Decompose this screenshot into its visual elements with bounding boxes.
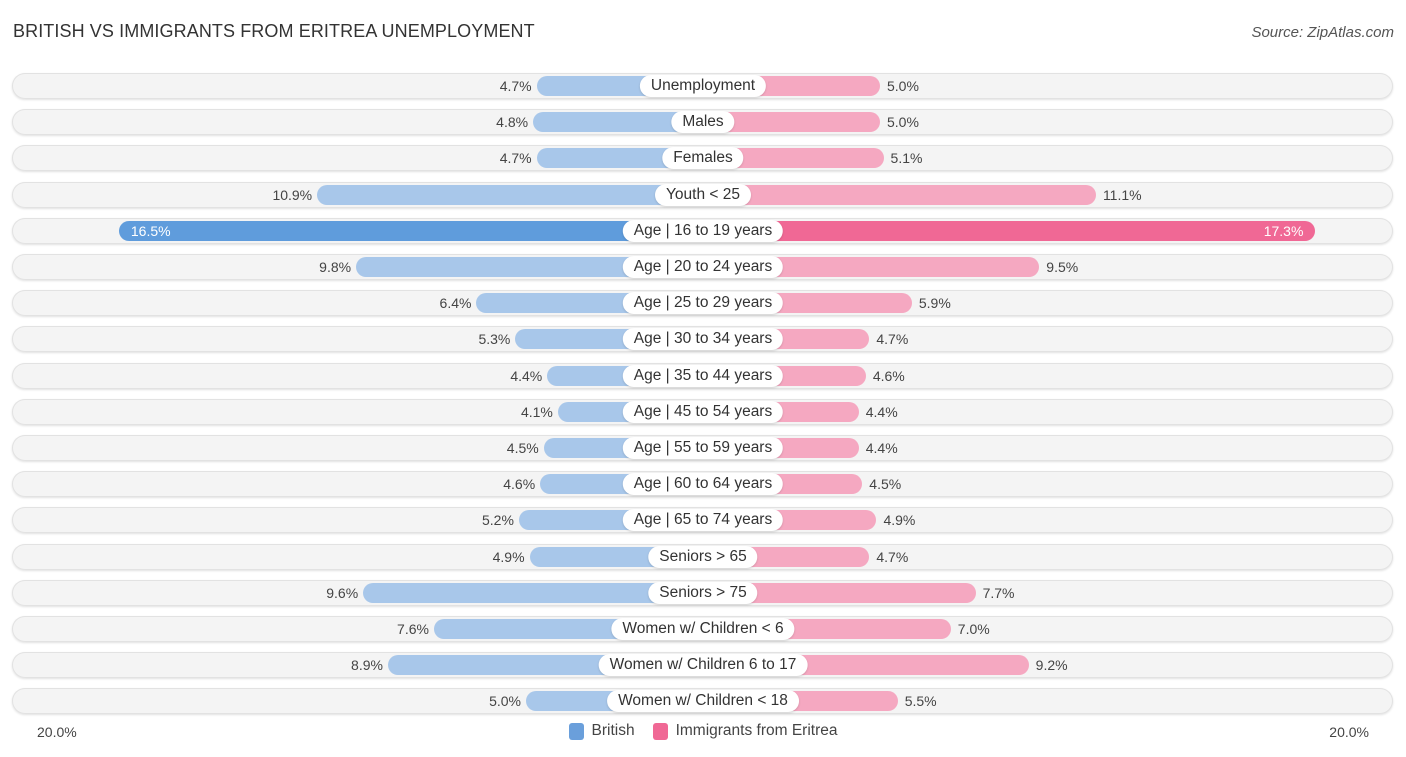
- value-label-eritrea: 5.5%: [904, 693, 937, 710]
- legend-label-british: British: [591, 722, 635, 739]
- legend-swatch-eritrea: [652, 722, 668, 740]
- category-label: Age | 60 to 64 years: [622, 473, 784, 496]
- category-label: Age | 65 to 74 years: [622, 509, 784, 532]
- category-label: Age | 25 to 29 years: [622, 292, 784, 315]
- value-label-british: 4.1%: [520, 403, 553, 420]
- category-label: Age | 16 to 19 years: [622, 219, 784, 242]
- value-label-british: 10.9%: [272, 186, 313, 203]
- value-label-eritrea: 5.9%: [918, 295, 951, 312]
- category-label: Males: [671, 111, 735, 134]
- category-label: Unemployment: [639, 75, 767, 97]
- value-label-british: 4.9%: [492, 548, 525, 565]
- category-label: Females: [662, 147, 744, 170]
- value-label-british: 5.0%: [489, 693, 521, 710]
- value-label-british: 4.8%: [496, 114, 529, 131]
- value-label-british: 5.2%: [482, 512, 514, 529]
- value-label-british: 4.5%: [506, 440, 539, 456]
- category-label: Seniors > 65: [648, 545, 758, 568]
- value-label-eritrea: 5.1%: [890, 150, 923, 167]
- value-label-eritrea: 4.4%: [865, 440, 898, 456]
- value-label-british: 4.6%: [503, 476, 536, 493]
- value-label-british: 9.8%: [319, 259, 352, 275]
- legend: British Immigrants from Eritrea: [0, 722, 1406, 740]
- bar-eritrea[interactable]: [703, 220, 1316, 241]
- category-label: Seniors > 75: [648, 581, 758, 604]
- value-label-eritrea: 4.5%: [869, 476, 902, 493]
- value-label-eritrea: 4.7%: [876, 331, 909, 348]
- category-label: Age | 45 to 54 years: [622, 400, 784, 423]
- value-label-eritrea: 7.0%: [957, 621, 990, 637]
- value-label-british: 4.4%: [510, 367, 543, 384]
- category-label: Women w/ Children < 6: [611, 618, 795, 640]
- value-label-eritrea: 7.7%: [982, 584, 1015, 601]
- category-label: Youth < 25: [655, 183, 751, 206]
- category-label: Age | 30 to 34 years: [622, 328, 784, 351]
- category-label: Age | 20 to 24 years: [622, 256, 784, 278]
- legend-item-british[interactable]: British: [568, 722, 635, 740]
- value-label-british: 4.7%: [499, 78, 532, 94]
- value-label-british: 9.6%: [326, 584, 359, 601]
- value-label-british: 16.5%: [130, 222, 171, 239]
- value-label-british: 6.4%: [439, 295, 472, 312]
- legend-item-eritrea[interactable]: Immigrants from Eritrea: [652, 722, 838, 740]
- bar-british[interactable]: [118, 220, 703, 241]
- value-label-eritrea: 4.4%: [865, 403, 898, 420]
- bar-british[interactable]: [317, 184, 703, 205]
- value-label-british: 8.9%: [351, 657, 383, 674]
- value-label-eritrea: 9.5%: [1046, 259, 1079, 275]
- value-label-eritrea: 5.0%: [887, 78, 919, 94]
- value-label-eritrea: 17.3%: [1263, 222, 1304, 239]
- value-label-british: 4.7%: [499, 150, 532, 167]
- value-label-eritrea: 5.0%: [887, 114, 919, 131]
- legend-swatch-british: [568, 722, 584, 740]
- legend-label-eritrea: Immigrants from Eritrea: [675, 722, 838, 739]
- value-label-eritrea: 9.2%: [1035, 657, 1068, 674]
- category-label: Age | 55 to 59 years: [622, 437, 784, 459]
- value-label-eritrea: 4.6%: [872, 367, 905, 384]
- chart-plot-area: 4.7% 5.0% Unemployment 4.8% 5.0% Males 4.7% 5.1…: [0, 0, 1406, 757]
- value-label-british: 5.3%: [478, 331, 511, 348]
- value-label-eritrea: 4.9%: [883, 512, 916, 529]
- category-label: Women w/ Children 6 to 17: [598, 654, 808, 677]
- category-label: Age | 35 to 44 years: [622, 364, 784, 387]
- category-label: Women w/ Children < 18: [607, 690, 799, 713]
- value-label-british: 7.6%: [397, 621, 429, 637]
- value-label-eritrea: 4.7%: [876, 548, 909, 565]
- value-label-eritrea: 11.1%: [1102, 186, 1142, 203]
- bar-eritrea[interactable]: [703, 184, 1096, 205]
